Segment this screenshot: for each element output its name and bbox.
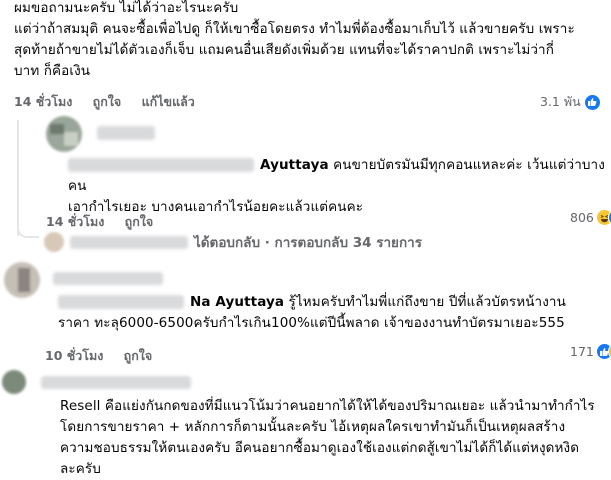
thumbs-up-icon [583,93,601,111]
comment-0-edited-label[interactable]: แก้ไขแล้ว [142,94,195,109]
comment-2-text: Na Ayuttaya รู้ไหมครับทำไมพี่แก่ถึงขาย ป… [58,294,566,331]
avatar [44,232,64,252]
reply-1-text: Ayuttaya คนขายบัตรมันมีทุกคอนแหละค่ะ เว้… [68,157,605,215]
reply-1-reactions[interactable]: 806 [570,209,611,226]
mention-name[interactable]: Na Ayuttaya [190,294,284,310]
comment-3-text: Resell คือแย่งกันกดของที่มีแนวโน้มว่าคนอ… [60,398,595,477]
comment-0-time[interactable]: 14 ชั่วโมง [14,94,72,109]
avatar[interactable] [2,370,26,394]
avatar[interactable] [4,262,40,298]
thread-connector [17,218,39,238]
comment-2-reactions[interactable]: 171 [570,343,611,360]
reply-1-actions: 14 ชั่วโมง ถูกใจ [46,212,169,232]
comment-2-like-button[interactable]: ถูกใจ [124,348,153,363]
comment-0-reactions[interactable]: 3.1 พัน [540,92,601,112]
comment-2-author[interactable] [53,268,163,287]
mention-blurred[interactable] [68,158,254,172]
comment-2-time[interactable]: 10 ชั่วโมง [45,348,103,363]
mention-name[interactable]: Ayuttaya [260,157,329,173]
comment-0-text: ผมขอถามนะครับ ไม่ได้ว่าอะไรนะครับ แต่ว่า… [14,0,575,79]
reply-1-author[interactable] [97,122,155,141]
reply-1-time[interactable]: 14 ชั่วโมง [46,214,104,229]
replies-summary[interactable]: ได้ตอบกลับ · การตอบกลับ 34 รายการ [44,231,422,253]
comment-2-actions: 10 ชั่วโมง ถูกใจ [45,346,168,366]
comment-0-actions: 14 ชั่วโมง ถูกใจ แก้ไขแล้ว [14,92,211,112]
comment-3-author[interactable] [41,372,191,391]
mention-blurred[interactable] [58,295,184,309]
comment-0-like-button[interactable]: ถูกใจ [93,94,122,109]
reply-1-like-button[interactable]: ถูกใจ [125,214,154,229]
